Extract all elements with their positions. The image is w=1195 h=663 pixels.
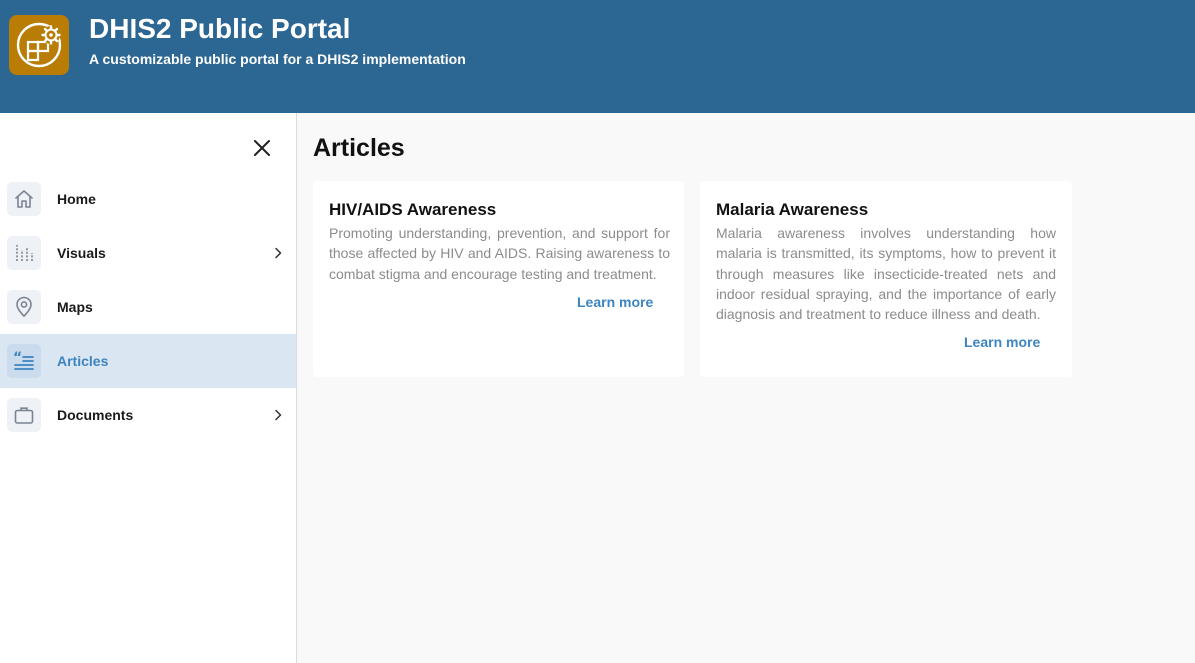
page-title: Articles	[313, 134, 405, 162]
close-icon	[254, 140, 270, 156]
sidebar-item-maps[interactable]: Maps	[0, 280, 296, 334]
quote-text-icon: “	[7, 344, 41, 378]
svg-text:“: “	[13, 350, 22, 366]
site-subtitle: A customizable public portal for a DHIS2…	[89, 51, 466, 67]
app-header: DHIS2 Public Portal A customizable publi…	[0, 0, 1195, 113]
sidebar-item-visuals[interactable]: Visuals	[0, 226, 296, 280]
article-card-malaria: Malaria Awareness Malaria awareness invo…	[700, 181, 1072, 377]
sidebar-item-label: Maps	[57, 299, 93, 315]
sidebar-item-home[interactable]: Home	[0, 172, 296, 226]
sidebar-item-label: Articles	[57, 353, 109, 369]
sidebar-item-articles[interactable]: “ Articles	[0, 334, 296, 388]
article-description: Malaria awareness involves understanding…	[716, 225, 1056, 323]
sidebar-item-label: Visuals	[57, 245, 106, 261]
article-card-hiv: HIV/AIDS Awareness Promoting understandi…	[313, 181, 684, 377]
home-icon	[7, 182, 41, 216]
article-title: Malaria Awareness	[716, 200, 869, 219]
main-content: Articles HIV/AIDS Awareness Promoting un…	[297, 113, 1195, 663]
article-description: Promoting understanding, prevention, and…	[329, 225, 670, 282]
learn-more-link[interactable]: Learn more	[964, 334, 1040, 351]
briefcase-icon	[7, 398, 41, 432]
sidebar-item-label: Documents	[57, 407, 134, 423]
sidebar-item-label: Home	[57, 191, 96, 207]
map-pin-icon	[7, 290, 41, 324]
site-title: DHIS2 Public Portal	[89, 13, 351, 44]
sidebar: Home Visuals Maps “ Articles Documents	[0, 113, 297, 663]
sidebar-item-documents[interactable]: Documents	[0, 388, 296, 442]
portal-logo[interactable]	[9, 15, 69, 75]
article-title: HIV/AIDS Awareness	[329, 200, 497, 219]
chevron-right-icon	[275, 409, 282, 421]
learn-more-link[interactable]: Learn more	[577, 294, 653, 311]
bar-chart-icon	[7, 236, 41, 270]
chevron-right-icon	[275, 247, 282, 259]
close-sidebar-button[interactable]	[250, 136, 274, 160]
grid-gear-icon	[16, 22, 62, 68]
